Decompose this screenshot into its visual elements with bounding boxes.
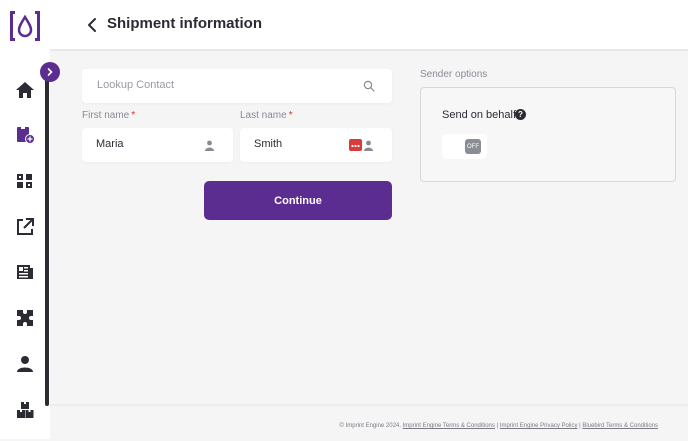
privacy-link[interactable]: Imprint Engine Privacy Policy: [500, 423, 578, 429]
last-name-label: Last name *: [240, 110, 293, 121]
first-name-label-text: First name: [82, 110, 130, 121]
last-name-field[interactable]: Smith: [240, 128, 392, 162]
page-header: Shipment information: [50, 0, 688, 51]
toggle-knob: OFF: [465, 139, 481, 154]
sender-options-title: Sender options: [420, 69, 488, 80]
copyright-text: © Imprint Engine 2024.: [339, 423, 401, 429]
first-name-field[interactable]: Maria: [82, 128, 233, 162]
user-icon[interactable]: [15, 354, 35, 374]
home-icon[interactable]: [15, 80, 35, 100]
footer-separator: |: [496, 423, 499, 429]
external-link-icon[interactable]: [15, 217, 35, 237]
puzzle-icon[interactable]: [15, 308, 35, 328]
person-icon: [205, 140, 214, 151]
logo-icon[interactable]: [8, 10, 42, 42]
continue-button[interactable]: Continue: [204, 181, 392, 220]
sidebar-scrollbar[interactable]: [45, 72, 49, 406]
inventory-icon[interactable]: [15, 400, 35, 420]
back-arrow-icon[interactable]: [84, 16, 102, 34]
add-order-icon[interactable]: [15, 125, 35, 145]
password-manager-icon[interactable]: [349, 139, 362, 151]
newspaper-icon[interactable]: [15, 262, 35, 282]
send-on-behalf-toggle[interactable]: OFF: [442, 134, 487, 159]
first-name-value: Maria: [96, 138, 124, 150]
sender-options-panel: Send on behalf ? OFF: [420, 87, 676, 182]
page-title: Shipment information: [107, 15, 262, 32]
lookup-contact-input[interactable]: Lookup Contact: [82, 69, 392, 103]
products-icon[interactable]: [15, 171, 35, 191]
sidebar: [0, 0, 60, 439]
person-icon: [364, 140, 373, 151]
send-on-behalf-label: Send on behalf: [442, 109, 517, 121]
search-icon: [363, 80, 375, 92]
required-marker: *: [288, 110, 293, 121]
chevron-right-icon: [47, 68, 53, 76]
terms-link[interactable]: Imprint Engine Terms & Conditions: [403, 423, 495, 429]
footer-text: © Imprint Engine 2024. Imprint Engine Te…: [339, 423, 658, 429]
first-name-label: First name *: [82, 110, 135, 121]
footer-separator: |: [579, 423, 581, 429]
sidebar-expand-button[interactable]: [40, 62, 60, 82]
required-marker: *: [131, 110, 136, 121]
last-name-label-text: Last name: [240, 110, 287, 121]
help-icon[interactable]: ?: [515, 109, 526, 120]
dots-icon: [351, 144, 360, 148]
last-name-value: Smith: [254, 138, 283, 150]
bluebird-terms-link[interactable]: Bluebird Terms & Conditions: [582, 423, 658, 429]
lookup-contact-placeholder: Lookup Contact: [97, 79, 175, 91]
footer: © Imprint Engine 2024. Imprint Engine Te…: [50, 404, 688, 441]
